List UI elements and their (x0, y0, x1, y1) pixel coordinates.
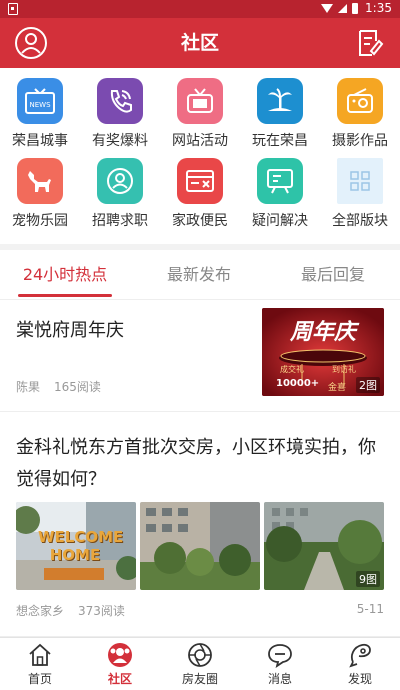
board-icon (257, 158, 303, 204)
edit-icon (359, 30, 384, 56)
image-count-badge: 2图 (356, 377, 380, 393)
post-reads: 373阅读 (78, 604, 125, 618)
island-icon (257, 78, 303, 124)
signal-icon (338, 3, 348, 13)
phone-icon (97, 78, 143, 124)
app-header: 社区 (0, 18, 400, 68)
news-icon: NEWS (17, 78, 63, 124)
nav-home[interactable]: 首页 (0, 638, 80, 690)
post-image-row: WELCOME HOME 9图 (16, 502, 386, 590)
post-title: 金科礼悦东方首批次交房，小区环境实拍，你觉得如何？ (16, 437, 376, 490)
category-label: 宠物乐园 (12, 213, 68, 229)
post-author: 想念家乡 (16, 604, 65, 618)
category-label: 疑问解决 (252, 213, 308, 229)
post-item[interactable]: 棠悦府周年庆 陈果 165阅读 周年庆 成交礼 到访礼 10000+ 金喜 2图 (0, 300, 400, 412)
category-jobs[interactable]: 招聘求职 (80, 148, 160, 229)
nav-label: 首页 (27, 672, 52, 686)
post-reads: 165阅读 (54, 380, 101, 394)
compose-post-button[interactable] (352, 26, 386, 60)
discover-icon (349, 643, 371, 668)
post-item[interactable]: 金科礼悦东方首批次交房，小区环境实拍，你觉得如何？ WELCOME HOME 9… (0, 412, 400, 637)
post-image: 9图 (264, 502, 384, 590)
image-count-badge: 9图 (356, 571, 380, 587)
post-date: 5-11 (356, 602, 384, 616)
category-photography[interactable]: 摄影作品 (320, 68, 400, 149)
category-home-services[interactable]: 家政便民 (160, 148, 240, 229)
card-icon (177, 158, 223, 204)
person-icon (97, 158, 143, 204)
post-image (140, 502, 260, 590)
thumb-right-text: 到访礼 (332, 365, 356, 374)
category-label: 家政便民 (172, 213, 228, 229)
category-label: 摄影作品 (332, 133, 388, 149)
category-reward-tips[interactable]: 有奖爆料 (80, 68, 160, 149)
tab-last-reply[interactable]: 最后回复 (282, 250, 384, 300)
status-time: 1:35 (365, 1, 392, 15)
nav-discover[interactable]: 发现 (320, 638, 400, 690)
tv-icon (177, 78, 223, 124)
thumb-headline: 周年庆 (289, 320, 356, 345)
status-bar: 1:35 (0, 0, 400, 18)
category-grid: NEWS 荣昌城事 有奖爆料 网站活动 玩在荣昌 摄影作品 宠物乐园 招聘求职 … (0, 68, 400, 244)
post-meta: 陈果 165阅读 (16, 378, 101, 395)
nav-community[interactable]: 社区 (80, 638, 160, 690)
dog-icon (17, 158, 63, 204)
tab-24h-hot[interactable]: 24小时热点 (14, 250, 116, 300)
category-label: 全部版块 (332, 213, 388, 229)
nav-label: 消息 (267, 672, 292, 686)
sim-notification-icon (8, 3, 18, 15)
category-all-boards[interactable]: 全部版块 (320, 148, 400, 229)
welcome-sign-text: WELCOME HOME (38, 528, 124, 564)
nav-friends-circle[interactable]: 房友圈 (160, 638, 240, 690)
radio-icon (337, 78, 383, 124)
message-icon (268, 644, 292, 668)
category-play-in-rongchang[interactable]: 玩在荣昌 (240, 68, 320, 149)
svg-text:NEWS: NEWS (29, 101, 51, 109)
community-icon (108, 643, 132, 667)
nav-label: 发现 (347, 672, 372, 686)
thumb-amount: 10000+ (276, 378, 320, 389)
nav-label: 社区 (107, 672, 132, 686)
category-label: 玩在荣昌 (252, 133, 308, 149)
tab-latest[interactable]: 最新发布 (148, 250, 250, 300)
post-image: WELCOME HOME (16, 502, 136, 590)
battery-icon (352, 2, 359, 14)
category-label: 招聘求职 (92, 213, 148, 229)
category-label: 荣昌城事 (12, 133, 68, 149)
thumb-gift: 金喜 (328, 383, 347, 393)
nav-label: 房友圈 (181, 672, 218, 686)
bottom-navigation: 首页 社区 房友圈 消息 发现 (0, 637, 400, 690)
active-tab-indicator (18, 294, 112, 297)
category-site-events[interactable]: 网站活动 (160, 68, 240, 149)
thumb-left-text: 成交礼 (280, 365, 304, 374)
feed-tabs: 24小时热点 最新发布 最后回复 (0, 250, 400, 300)
category-qa[interactable]: 疑问解决 (240, 148, 320, 229)
page-title: 社区 (180, 32, 219, 54)
nav-messages[interactable]: 消息 (240, 638, 320, 690)
post-thumbnail: 周年庆 成交礼 到访礼 10000+ 金喜 2图 (262, 308, 384, 396)
category-label: 有奖爆料 (92, 133, 148, 149)
wifi-icon (321, 3, 334, 13)
home-icon (29, 643, 51, 666)
post-title: 棠悦府周年庆 (16, 320, 124, 341)
category-rongchang-news[interactable]: NEWS 荣昌城事 (0, 68, 80, 149)
category-label: 网站活动 (172, 133, 228, 149)
friends-circle-icon (188, 643, 212, 667)
post-author: 陈果 (16, 380, 41, 394)
grid-icon (337, 158, 383, 204)
post-meta: 想念家乡 373阅读 (16, 602, 125, 619)
category-pet-park[interactable]: 宠物乐园 (0, 148, 80, 229)
